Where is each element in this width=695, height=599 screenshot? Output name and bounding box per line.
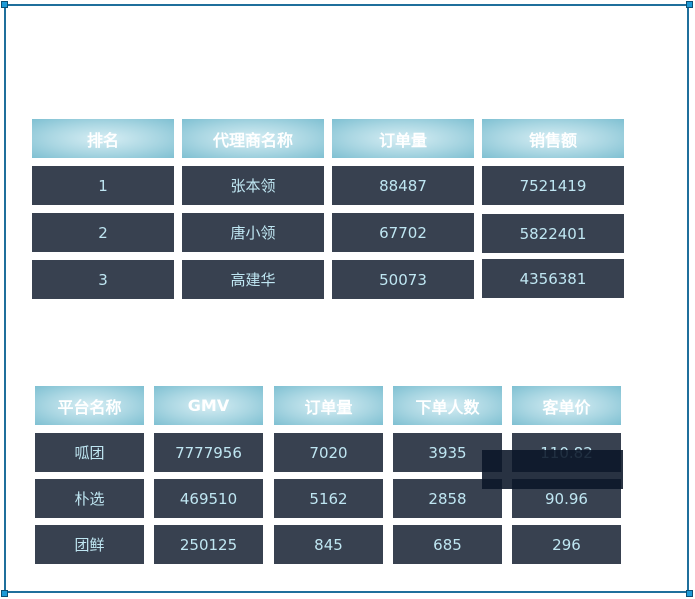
header-cell-sales: 销售额: [482, 119, 624, 158]
table-cell: 4356381: [482, 259, 624, 298]
header-cell-buyers: 下单人数: [393, 386, 502, 425]
header-cell-rank: 排名: [32, 119, 174, 158]
table-cell: 张本领: [182, 166, 324, 205]
table-cell: 5822401: [482, 214, 624, 253]
table-cell: 高建华: [182, 260, 324, 299]
table-cell: 7521419: [482, 166, 624, 205]
table-cell: 5162: [274, 479, 383, 518]
table-cell: 469510: [154, 479, 263, 518]
header-cell-order-count: 订单量: [274, 386, 383, 425]
table-cell: 团鲜: [35, 525, 144, 564]
header-cell-order-count: 订单量: [332, 119, 474, 158]
table-cell: 3: [32, 260, 174, 299]
table-cell: 朴选: [35, 479, 144, 518]
table-cell: 845: [274, 525, 383, 564]
table-cell: 88487: [332, 166, 474, 205]
table-cell: 296: [512, 525, 621, 564]
resize-handle-bottom-left[interactable]: [1, 590, 8, 597]
table-cell: 唐小领: [182, 213, 324, 252]
table-cell: 250125: [154, 525, 263, 564]
table-cell: 67702: [332, 213, 474, 252]
resize-handle-bottom-right[interactable]: [686, 590, 693, 597]
header-cell-gmv: GMV: [154, 386, 263, 425]
table-cell: 1: [32, 166, 174, 205]
table-cell: 7020: [274, 433, 383, 472]
hover-highlight-overlay: [482, 450, 623, 489]
table-cell: 685: [393, 525, 502, 564]
table-cell: 50073: [332, 260, 474, 299]
resize-handle-top-right[interactable]: [686, 1, 693, 8]
table-cell: 2: [32, 213, 174, 252]
table-cell: 7777956: [154, 433, 263, 472]
table-cell: 呱团: [35, 433, 144, 472]
header-cell-avg-order-value: 客单价: [512, 386, 621, 425]
resize-handle-top-left[interactable]: [1, 1, 8, 8]
header-cell-platform-name: 平台名称: [35, 386, 144, 425]
header-cell-agent-name: 代理商名称: [182, 119, 324, 158]
